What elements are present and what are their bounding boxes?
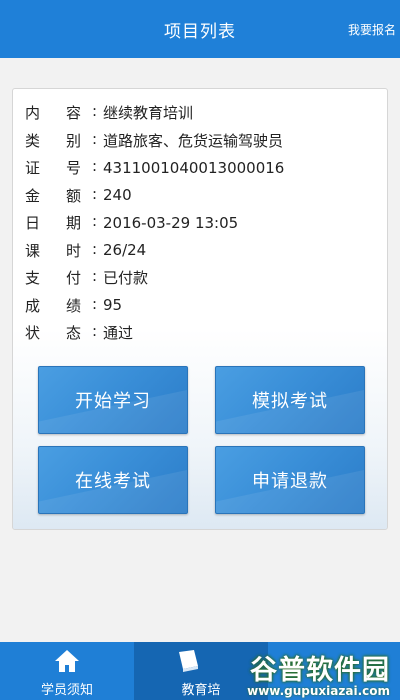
info-label: 成绩: (25, 294, 97, 315)
online-exam-button[interactable]: 在线考试 (38, 446, 188, 514)
info-value-hours: 26/24 (103, 241, 147, 260)
info-label: 支付: (25, 267, 97, 288)
info-row-status: 状态: 通过 (25, 319, 284, 347)
info-label: 日期: (25, 212, 97, 233)
watermark-title: 谷普软件园 (250, 655, 390, 686)
home-icon (55, 650, 79, 672)
watermark-url: www.gupuxiazai.com (247, 684, 390, 698)
info-value-content: 继续教育培训 (103, 104, 194, 123)
info-value-amount: 240 (103, 186, 132, 205)
info-row-payment: 支付: 已付款 (25, 264, 284, 292)
info-row-content: 内容: 继续教育培训 (25, 99, 284, 127)
info-value-payment: 已付款 (103, 269, 149, 288)
info-value-date: 2016-03-29 13:05 (103, 213, 239, 232)
page-title: 项目列表 (164, 22, 236, 42)
info-row-hours: 课时: 26/24 (25, 237, 284, 265)
info-row-amount: 金额: 240 (25, 182, 284, 210)
info-label: 金额: (25, 184, 97, 205)
info-value-score: 95 (103, 296, 123, 315)
info-value-category: 道路旅客、危货运输驾驶员 (103, 131, 284, 150)
tab-label: 学员须知 (40, 683, 93, 698)
info-label: 状态: (25, 322, 97, 343)
info-list: 内容: 继续教育培训 类别: 道路旅客、危货运输驾驶员 证号: 43110010… (25, 99, 284, 347)
top-bar: 项目列表 我要报名 (0, 0, 400, 58)
tab-student-notice[interactable]: 学员须知 (0, 642, 134, 700)
mock-exam-button[interactable]: 模拟考试 (215, 366, 365, 434)
info-label: 课时: (25, 239, 97, 260)
info-row-date: 日期: 2016-03-29 13:05 (25, 209, 284, 237)
site-watermark: 谷普软件园 www.gupuxiazai.com (234, 648, 394, 700)
info-label: 内容: (25, 102, 97, 123)
book-icon (178, 650, 198, 672)
info-value-certificate: 4311001040013000016 (103, 158, 285, 177)
info-row-category: 类别: 道路旅客、危货运输驾驶员 (25, 127, 284, 155)
info-label: 类别: (25, 129, 97, 150)
refund-button[interactable]: 申请退款 (215, 446, 365, 514)
signup-link[interactable]: 我要报名 (348, 21, 396, 38)
info-row-certificate: 证号: 4311001040013000016 (25, 154, 284, 182)
start-study-button[interactable]: 开始学习 (38, 366, 188, 434)
info-label: 证号: (25, 157, 97, 178)
info-value-status: 通过 (103, 324, 134, 343)
info-row-score: 成绩: 95 (25, 292, 284, 320)
